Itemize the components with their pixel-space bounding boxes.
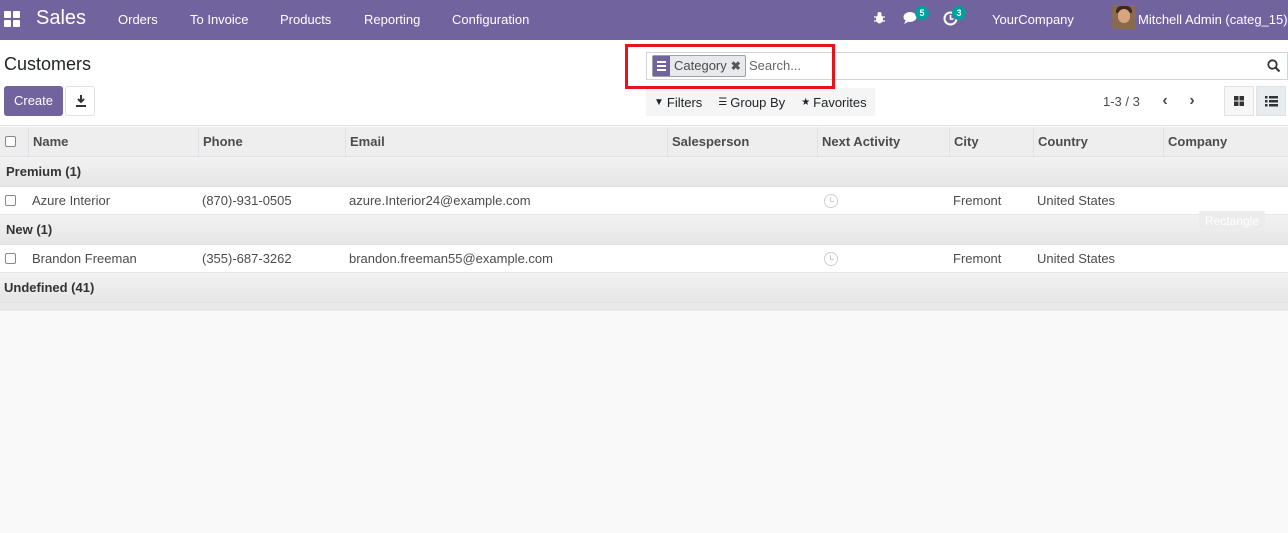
search-options: ▼ Filters ☰ Group By ★ Favorites — [646, 88, 875, 116]
group-row-new[interactable]: New (1) — [0, 215, 1288, 245]
chevron-right-icon[interactable]: › — [1182, 92, 1202, 112]
cell-name: Brandon Freeman — [32, 251, 137, 266]
row-checkbox[interactable] — [5, 253, 16, 264]
select-all-checkbox[interactable] — [5, 136, 16, 147]
app-name[interactable]: Sales — [36, 7, 86, 30]
messages-badge: 5 — [915, 6, 929, 20]
menu-configuration[interactable]: Configuration — [452, 12, 529, 27]
favorites-button[interactable]: ★ Favorites — [793, 88, 874, 116]
cell-phone: (870)-931-0505 — [202, 193, 292, 208]
search-icon[interactable] — [1267, 59, 1281, 73]
apps-grid-icon[interactable] — [4, 11, 20, 27]
activity-clock-icon[interactable] — [824, 252, 838, 266]
column-company[interactable]: Company — [1163, 127, 1288, 157]
star-icon: ★ — [801, 96, 811, 108]
group-label: New (1) — [6, 222, 53, 237]
filters-button[interactable]: ▼ Filters — [646, 88, 710, 116]
table-header: Name Phone Email Salesperson Next Activi… — [0, 127, 1288, 157]
cell-email: brandon.freeman55@example.com — [349, 251, 553, 266]
cell-city: Fremont — [953, 193, 1002, 208]
activities-badge: 3 — [952, 6, 966, 20]
group-row-undefined[interactable]: Undefined (41) — [0, 273, 1288, 303]
column-city[interactable]: City — [949, 127, 1033, 157]
company-switcher[interactable]: YourCompany — [992, 12, 1074, 27]
group-by-button[interactable]: ☰ Group By — [710, 88, 793, 116]
download-icon — [76, 95, 86, 107]
top-navbar: Sales Orders To Invoice Products Reporti… — [0, 0, 1288, 40]
column-email[interactable]: Email — [345, 127, 667, 157]
list-view-button[interactable] — [1256, 86, 1286, 116]
table-footer — [0, 303, 1288, 311]
list-icon — [1265, 96, 1278, 107]
chevron-left-icon[interactable]: ‹ — [1155, 92, 1175, 112]
group-row-premium[interactable]: Premium (1) — [0, 157, 1288, 187]
table-row[interactable]: Brandon Freeman (355)-687-3262 brandon.f… — [0, 245, 1288, 273]
menu-to-invoice[interactable]: To Invoice — [190, 12, 249, 27]
column-country[interactable]: Country — [1033, 127, 1163, 157]
avatar[interactable] — [1112, 5, 1136, 29]
customers-table: Name Phone Email Salesperson Next Activi… — [0, 127, 1288, 311]
download-button[interactable] — [65, 86, 95, 116]
column-phone[interactable]: Phone — [198, 127, 345, 157]
cell-country: United States — [1037, 251, 1116, 266]
column-salesperson[interactable]: Salesperson — [667, 127, 817, 157]
cell-country: United States — [1037, 193, 1116, 208]
pager-value[interactable]: 1-3 / 3 — [1103, 94, 1140, 109]
column-next-activity[interactable]: Next Activity — [817, 127, 949, 157]
annotation-highlight-box — [625, 44, 835, 89]
table-row[interactable]: Azure Interior (870)-931-0505 azure.Inte… — [0, 187, 1288, 215]
cell-email: azure.Interior24@example.com — [349, 193, 531, 208]
cell-name: Azure Interior — [32, 193, 111, 208]
cell-city: Fremont — [953, 251, 1002, 266]
bars-icon: ☰ — [718, 96, 728, 108]
bug-icon[interactable] — [873, 11, 886, 28]
filter-icon: ▼ — [654, 96, 664, 108]
page-title[interactable]: Customers — [4, 54, 91, 75]
cell-phone: (355)-687-3262 — [202, 251, 292, 266]
user-menu[interactable]: Mitchell Admin (categ_15) — [1138, 12, 1288, 27]
tooltip: Rectangle — [1199, 211, 1265, 231]
menu-orders[interactable]: Orders — [118, 12, 158, 27]
activity-clock-icon[interactable] — [824, 194, 838, 208]
menu-reporting[interactable]: Reporting — [364, 12, 420, 27]
column-name[interactable]: Name — [28, 127, 198, 157]
kanban-view-button[interactable] — [1224, 86, 1254, 116]
menu-products[interactable]: Products — [280, 12, 331, 27]
group-label: Undefined (41) — [4, 280, 95, 295]
row-checkbox[interactable] — [5, 195, 16, 206]
create-button[interactable]: Create — [4, 86, 63, 116]
group-label: Premium (1) — [6, 164, 82, 179]
kanban-icon — [1234, 96, 1244, 106]
